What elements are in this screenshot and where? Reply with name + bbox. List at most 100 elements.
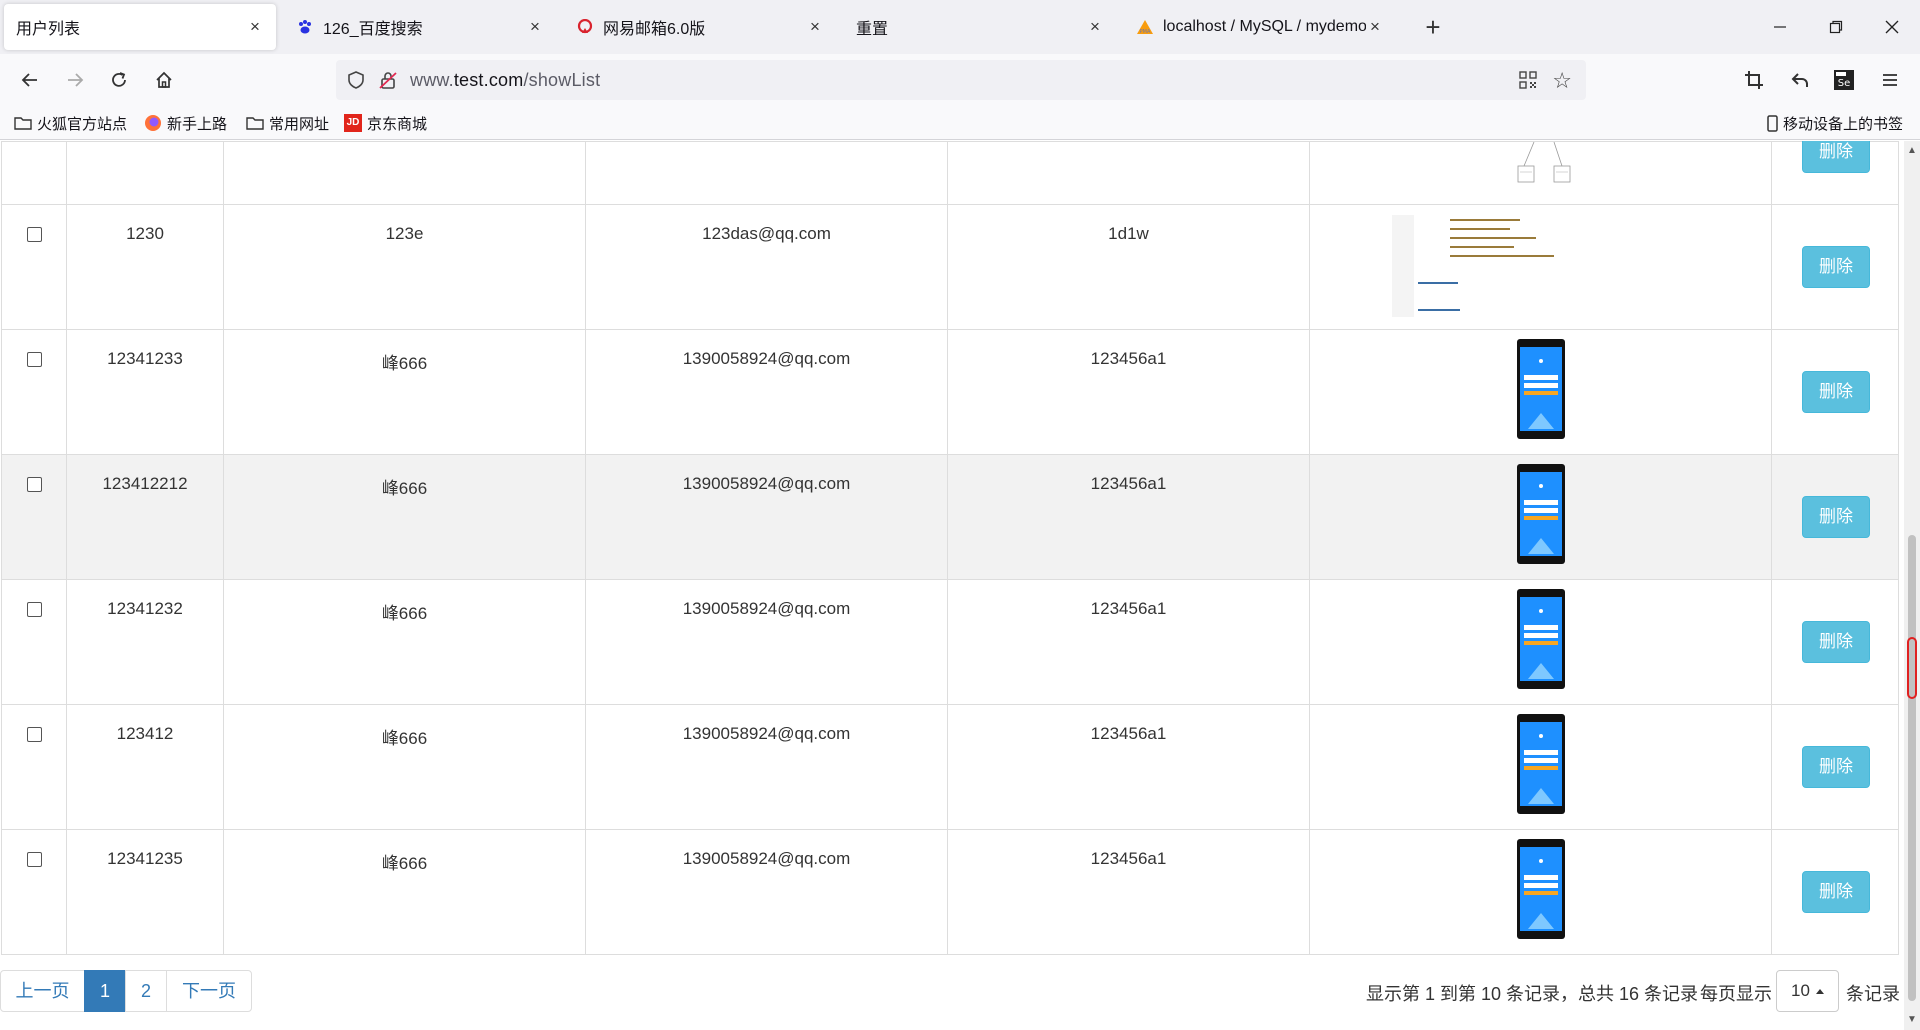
- table-row: 12341232 峰666 1390058924@qq.com 123456a1 删除: [1, 579, 1899, 705]
- page-content: 删除 1230 123e 123das@qq.com 1d1w 删除 12341233 峰6…: [0, 141, 1904, 1030]
- close-tab-icon[interactable]: ×: [246, 17, 264, 37]
- vertical-scrollbar[interactable]: ▲ ▼: [1904, 141, 1920, 1030]
- delete-button[interactable]: 删除: [1802, 141, 1870, 173]
- qr-code-icon[interactable]: [1518, 70, 1538, 95]
- table-row: 12341233 峰666 1390058924@qq.com 123456a1 删除: [1, 329, 1899, 455]
- bookmark-common-sites[interactable]: 常用网址: [246, 112, 329, 134]
- image-cell: [1309, 141, 1772, 205]
- caret-up-icon: [1815, 989, 1824, 995]
- close-tab-icon[interactable]: ×: [806, 17, 824, 37]
- close-window-icon[interactable]: [1864, 0, 1920, 54]
- action-cell: 删除: [1771, 454, 1899, 580]
- pagination: 上一页 1 2 下一页: [0, 970, 252, 1012]
- selenium-ide-icon[interactable]: Se: [1826, 62, 1862, 98]
- mobile-bookmarks-label: 移动设备上的书签: [1783, 115, 1904, 133]
- restore-icon[interactable]: [1808, 0, 1864, 54]
- tab-netease-mail[interactable]: 网易邮箱6.0版 ×: [564, 4, 836, 50]
- undo-arrow-icon[interactable]: [1782, 62, 1818, 98]
- svg-text:PMA: PMA: [1140, 29, 1151, 35]
- per-page-dropdown[interactable]: 10: [1776, 970, 1839, 1012]
- home-icon[interactable]: [146, 62, 182, 98]
- email-cell: 1390058924@qq.com: [585, 829, 948, 955]
- back-arrow-icon[interactable]: [12, 62, 48, 98]
- diagram-thumbnail: [1517, 142, 1571, 183]
- image-cell: [1309, 704, 1772, 830]
- jd-badge-text: JD: [344, 114, 362, 132]
- close-tab-icon[interactable]: ×: [1366, 17, 1384, 37]
- bookmark-label: 新手上路: [167, 115, 228, 133]
- row-checkbox[interactable]: [26, 227, 42, 242]
- url-host: test.com: [453, 70, 524, 90]
- row-checkbox[interactable]: [26, 352, 42, 367]
- select-cell: [1, 579, 67, 705]
- navigation-toolbar: www.test.com/showList ☆ Se: [0, 54, 1920, 106]
- delete-button[interactable]: 删除: [1802, 746, 1870, 788]
- password-cell: 123456a1: [947, 454, 1310, 580]
- select-cell: [1, 454, 67, 580]
- page-2-button[interactable]: 2: [125, 970, 167, 1012]
- bookmark-label: 京东商城: [367, 115, 428, 133]
- tab-title: 用户列表: [16, 21, 81, 38]
- select-cell: [1, 829, 67, 955]
- phone-screenshot-thumbnail[interactable]: [1516, 339, 1565, 439]
- address-bar[interactable]: www.test.com/showList ☆: [336, 60, 1586, 100]
- row-checkbox[interactable]: [26, 477, 42, 492]
- minimize-icon[interactable]: [1752, 0, 1808, 54]
- bookmark-label: 常用网址: [269, 115, 330, 133]
- action-cell: 删除: [1771, 579, 1899, 705]
- forward-arrow-icon[interactable]: [57, 62, 93, 98]
- menu-hamburger-icon[interactable]: [1872, 62, 1908, 98]
- per-page-suffix: 条记录: [1846, 984, 1900, 1004]
- code-screenshot-thumbnail[interactable]: [1392, 215, 1600, 317]
- row-checkbox[interactable]: [26, 602, 42, 617]
- tab-reset[interactable]: 重置 ×: [844, 4, 1116, 50]
- password-cell: 123456a1: [947, 579, 1310, 705]
- tab-phpmyadmin[interactable]: PMA localhost / MySQL / mydemo ×: [1124, 4, 1396, 50]
- action-cell: 删除: [1771, 329, 1899, 455]
- tracking-shield-icon[interactable]: [346, 70, 366, 95]
- scroll-down-arrow-icon[interactable]: ▼: [1904, 1012, 1920, 1028]
- tab-strip: 用户列表 × 126_百度搜索 × 网易邮箱6.0版 × 重置 × PMA lo…: [0, 0, 1920, 54]
- bookmark-star-icon[interactable]: ☆: [1552, 68, 1572, 94]
- phone-screenshot-thumbnail[interactable]: [1516, 714, 1565, 814]
- page-1-button[interactable]: 1: [84, 970, 126, 1012]
- name-cell: 峰666: [223, 329, 586, 455]
- tab-user-list[interactable]: 用户列表 ×: [4, 4, 276, 50]
- delete-button[interactable]: 删除: [1802, 371, 1870, 413]
- phone-screenshot-thumbnail[interactable]: [1516, 589, 1565, 689]
- id-cell: 123412: [66, 704, 224, 830]
- delete-button[interactable]: 删除: [1802, 246, 1870, 288]
- reload-icon[interactable]: [101, 62, 137, 98]
- email-cell: 123das@qq.com: [585, 204, 948, 330]
- phone-screenshot-thumbnail[interactable]: [1516, 839, 1565, 939]
- email-cell: [585, 141, 948, 205]
- scroll-up-arrow-icon[interactable]: ▲: [1904, 143, 1920, 159]
- phone-screenshot-thumbnail[interactable]: [1516, 464, 1565, 564]
- email-cell: 1390058924@qq.com: [585, 579, 948, 705]
- mobile-bookmarks[interactable]: 移动设备上的书签: [1766, 112, 1903, 134]
- screenshot-crop-icon[interactable]: [1736, 62, 1772, 98]
- folder-icon: [246, 114, 264, 132]
- prev-page-button[interactable]: 上一页: [0, 970, 85, 1012]
- close-tab-icon[interactable]: ×: [1086, 17, 1104, 37]
- row-checkbox[interactable]: [26, 727, 42, 742]
- close-tab-icon[interactable]: ×: [526, 17, 544, 37]
- bookmark-firefox-official[interactable]: 火狐官方站点: [14, 112, 127, 134]
- tab-baidu-search[interactable]: 126_百度搜索 ×: [284, 4, 556, 50]
- next-page-button[interactable]: 下一页: [166, 970, 252, 1012]
- id-cell: 12341232: [66, 579, 224, 705]
- image-cell: [1309, 829, 1772, 955]
- delete-button[interactable]: 删除: [1802, 621, 1870, 663]
- bookmark-getting-started[interactable]: 新手上路: [144, 112, 227, 134]
- image-cell: [1309, 454, 1772, 580]
- table-row: 12341235 峰666 1390058924@qq.com 123456a1 删除: [1, 829, 1899, 955]
- table-row: 1230 123e 123das@qq.com 1d1w 删除: [1, 204, 1899, 330]
- bookmark-jd-mall[interactable]: JD 京东商城: [344, 112, 427, 134]
- new-tab-button[interactable]: +: [1418, 12, 1448, 42]
- url-text[interactable]: www.test.com/showList: [410, 70, 600, 91]
- scrollbar-thumb[interactable]: [1908, 535, 1916, 1001]
- insecure-lock-icon[interactable]: [378, 70, 398, 95]
- delete-button[interactable]: 删除: [1802, 496, 1870, 538]
- row-checkbox[interactable]: [26, 852, 42, 867]
- delete-button[interactable]: 删除: [1802, 871, 1870, 913]
